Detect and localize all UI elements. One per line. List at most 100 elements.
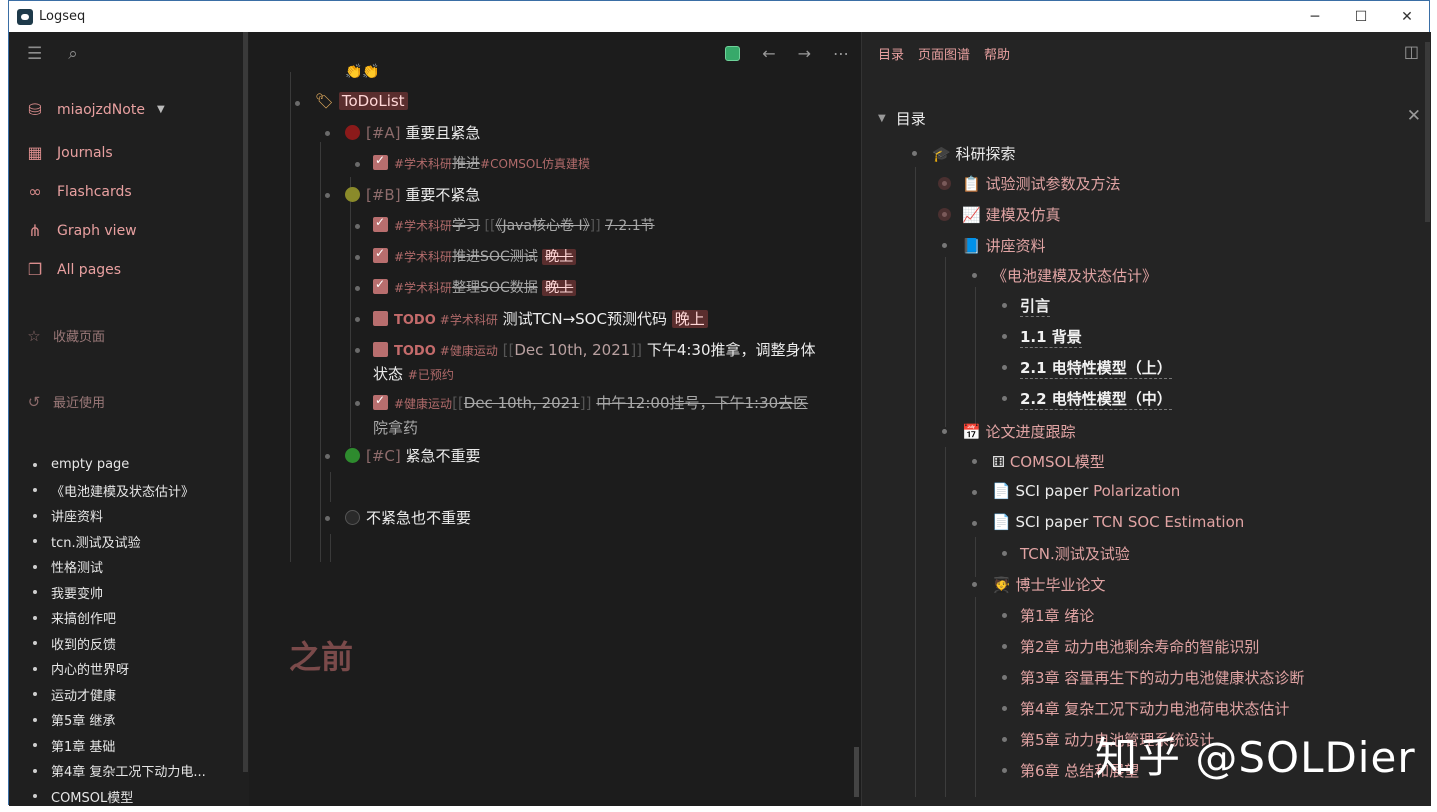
toggle-sidebar-icon[interactable]: ◫ xyxy=(1404,42,1419,61)
toc-item[interactable]: 📘 讲座资料 xyxy=(962,235,1045,256)
recent-item[interactable]: 运动才健康 xyxy=(33,682,206,708)
toc-item[interactable]: 📋 试验测试参数及方法 xyxy=(962,173,1120,194)
priority-c[interactable]: [#C] xyxy=(366,447,401,465)
tab-contents[interactable]: 目录 xyxy=(878,44,904,63)
bullet[interactable] xyxy=(972,490,977,495)
priority-b-block[interactable]: [#B] 重要不紧急 xyxy=(345,184,480,205)
recent-item[interactable]: 内心的世界呀 xyxy=(33,656,206,682)
tag-link[interactable]: #健康运动 xyxy=(440,344,498,358)
bullet[interactable] xyxy=(325,193,330,198)
recent-item[interactable]: 我要变帅 xyxy=(33,580,206,606)
recent-item[interactable]: empty page xyxy=(33,452,206,478)
checkbox[interactable] xyxy=(373,246,388,263)
tag-link[interactable]: #学术科研 xyxy=(440,313,498,327)
task-block[interactable]: #健康运动[[Dec 10th, 2021]] 中午12:00挂号，下午1:30… xyxy=(373,392,808,413)
todolist-tag[interactable]: ToDoList xyxy=(338,92,408,110)
recent-item[interactable]: 第1章 基础 xyxy=(33,733,206,759)
graph-selector[interactable]: ⛁ miaojzdNote ▼ xyxy=(25,100,164,119)
task-block[interactable]: #学术科研学习 [[《Java核心卷 I》]] 7.2.1节 xyxy=(373,215,655,235)
tab-page-graph[interactable]: 页面图谱 xyxy=(918,44,970,63)
task-block[interactable]: #学术科研推进SOC测试 晚上 xyxy=(373,246,577,266)
bullet[interactable] xyxy=(942,243,947,248)
bullet[interactable] xyxy=(972,521,977,526)
bullet[interactable] xyxy=(355,317,360,322)
recent-item[interactable]: COMSOL模型 xyxy=(33,784,206,807)
bullet[interactable] xyxy=(1002,644,1007,649)
toc-item[interactable]: 第3章 容量再生下的动力电池健康状态诊断 xyxy=(1020,667,1304,688)
search-icon[interactable]: ⌕ xyxy=(68,44,78,64)
bullet[interactable] xyxy=(1002,551,1007,556)
contents-header[interactable]: ▼ 目录 xyxy=(878,108,926,129)
bullet[interactable] xyxy=(325,454,330,459)
bullet[interactable] xyxy=(1002,737,1007,742)
recent-item[interactable]: 讲座资料 xyxy=(33,503,206,529)
page-ref[interactable]: 《Java核心卷 I》 xyxy=(495,218,589,234)
recent-header[interactable]: ↺ 最近使用 xyxy=(25,392,105,412)
bullet[interactable] xyxy=(355,162,360,167)
bullet[interactable] xyxy=(1002,365,1007,370)
checkbox[interactable] xyxy=(373,277,388,294)
toc-item[interactable]: 2.2 电特性模型（中） xyxy=(1020,388,1172,410)
task-block[interactable]: #学术科研整理SOC数据 晚上 xyxy=(373,277,577,297)
toc-item[interactable]: 🎓 科研探索 xyxy=(932,143,1015,164)
collapsed-bullet[interactable] xyxy=(938,177,951,190)
toc-item[interactable]: ⚅ COMSOL模型 xyxy=(992,451,1105,472)
tag-link[interactable]: #学术科研 xyxy=(394,219,452,233)
bullet[interactable] xyxy=(355,224,360,229)
toc-item[interactable]: 第2章 动力电池剩余寿命的智能识别 xyxy=(1020,636,1259,657)
tab-help[interactable]: 帮助 xyxy=(984,44,1010,63)
close-icon[interactable]: ✕ xyxy=(1407,106,1421,126)
todo-marker[interactable]: TODO xyxy=(394,344,436,359)
task-block[interactable]: TODO #健康运动 [[Dec 10th, 2021]] 下午4:30推拿，调整… xyxy=(373,339,816,360)
maximize-button[interactable]: ☐ xyxy=(1338,1,1384,32)
more-options-icon[interactable]: ⋯ xyxy=(833,44,849,63)
toc-item[interactable]: 🧑‍🎓 博士毕业论文 xyxy=(992,574,1105,595)
sync-status-icon[interactable] xyxy=(725,46,741,61)
checkbox[interactable] xyxy=(373,393,388,410)
tag-link[interactable]: #已预约 xyxy=(408,368,454,382)
toc-item[interactable]: 📄 SCI paper TCN SOC Estimation xyxy=(992,513,1244,531)
bullet[interactable] xyxy=(295,101,300,106)
toc-item[interactable]: 📈 建模及仿真 xyxy=(962,204,1060,225)
right-scrollbar[interactable] xyxy=(1425,42,1430,222)
bullet[interactable] xyxy=(972,459,977,464)
toc-item[interactable]: TCN.测试及试验 xyxy=(1020,543,1130,564)
recent-item[interactable]: tcn.测试及试验 xyxy=(33,529,206,555)
toc-item[interactable]: 《电池建模及状态估计》 xyxy=(992,265,1157,286)
tag-link[interactable]: #学术科研 xyxy=(394,157,452,171)
nav-journals[interactable]: ▦ Journals xyxy=(25,143,112,162)
bullet[interactable] xyxy=(972,582,977,587)
tag-link[interactable]: #学术科研 xyxy=(394,281,452,295)
bullet[interactable] xyxy=(325,131,330,136)
bullet[interactable] xyxy=(355,401,360,406)
bullet[interactable] xyxy=(1002,768,1007,773)
priority-b[interactable]: [#B] xyxy=(366,186,401,204)
bullet[interactable] xyxy=(972,273,977,278)
todolist-block[interactable]: 🏷 ToDoList xyxy=(315,92,408,110)
priority-c-block[interactable]: [#C] 紧急不重要 xyxy=(345,445,481,466)
tag-link[interactable]: #COMSOL仿真建模 xyxy=(480,157,590,171)
todo-marker[interactable]: TODO xyxy=(394,313,436,328)
checkbox[interactable] xyxy=(373,215,388,232)
bullet[interactable] xyxy=(1002,303,1007,308)
bullet[interactable] xyxy=(1002,334,1007,339)
toc-item[interactable]: 第1章 绪论 xyxy=(1020,605,1094,626)
bullet[interactable] xyxy=(1002,613,1007,618)
bullet[interactable] xyxy=(325,516,330,521)
collapsed-bullet[interactable] xyxy=(938,208,951,221)
date-ref[interactable]: Dec 10th, 2021 xyxy=(514,341,630,359)
recent-item[interactable]: 性格测试 xyxy=(33,554,206,580)
bullet[interactable] xyxy=(355,255,360,260)
bullet[interactable] xyxy=(355,348,360,353)
sidebar-scrollbar[interactable] xyxy=(243,32,248,772)
minimize-button[interactable]: ─ xyxy=(1292,1,1338,32)
recent-item[interactable]: 收到的反馈 xyxy=(33,631,206,657)
toc-item[interactable]: 📅 论文进度跟踪 xyxy=(962,421,1075,442)
close-window-button[interactable]: ✕ xyxy=(1384,1,1430,32)
tag-link[interactable]: #健康运动 xyxy=(394,397,452,411)
forward-arrow-icon[interactable]: → xyxy=(798,44,811,63)
bullet[interactable] xyxy=(1002,396,1007,401)
priority-a[interactable]: [#A] xyxy=(366,124,401,142)
toc-item[interactable]: 2.1 电特性模型（上） xyxy=(1020,357,1172,379)
toc-item[interactable]: 1.1 背景 xyxy=(1020,326,1082,348)
